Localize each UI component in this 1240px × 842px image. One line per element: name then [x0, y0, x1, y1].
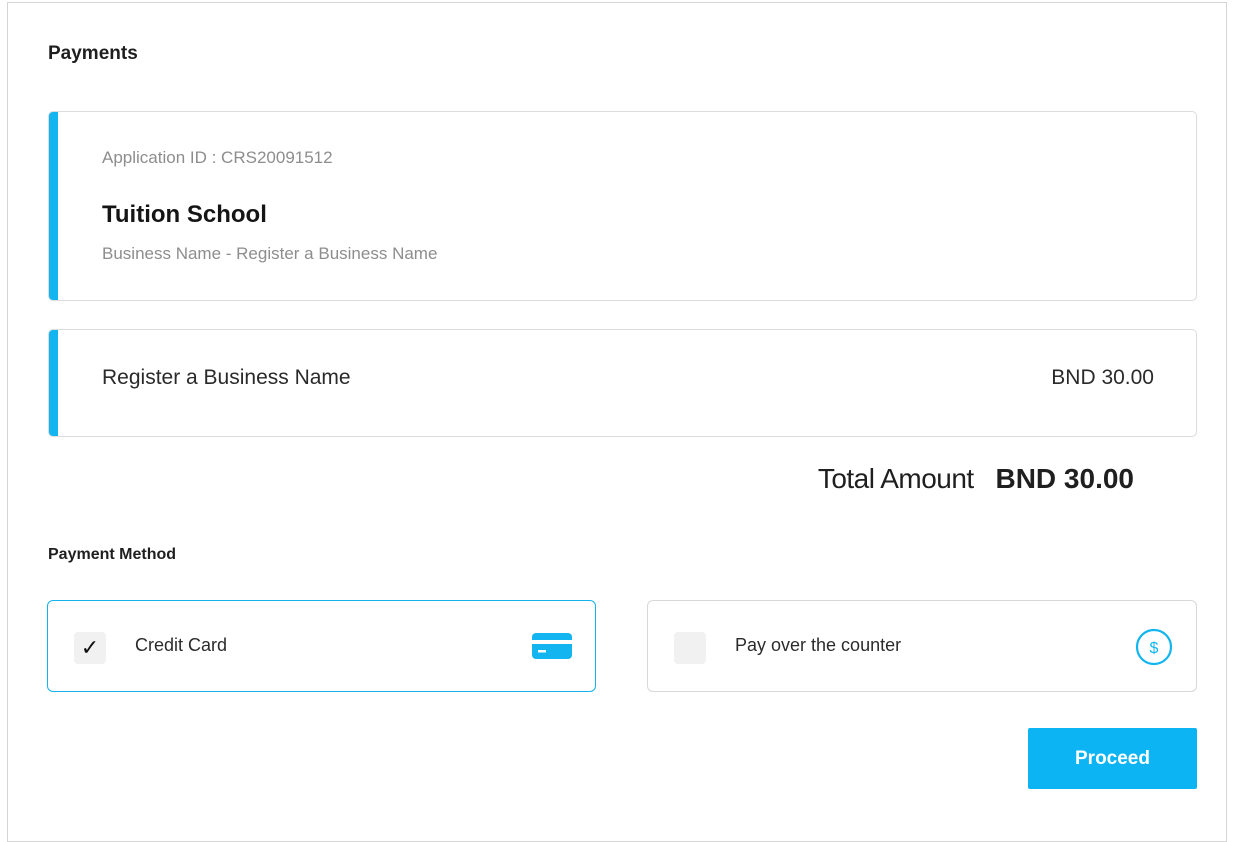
fee-label: Register a Business Name [102, 366, 351, 389]
proceed-button[interactable]: Proceed [1028, 728, 1197, 789]
counter-checkbox[interactable] [674, 632, 706, 664]
total-label: Total Amount [817, 463, 974, 494]
fee-card: Register a Business Name BND 30.00 [48, 329, 1197, 437]
payment-option-credit-card[interactable]: ✓ Credit Card [47, 600, 596, 692]
card-accent-bar [49, 112, 58, 300]
total-value: BND 30.00 [995, 463, 1134, 494]
credit-card-checkbox[interactable]: ✓ [74, 632, 106, 664]
dollar-coin-icon: $ [1134, 627, 1174, 672]
application-id: Application ID : CRS20091512 [102, 148, 333, 167]
credit-card-icon [531, 627, 573, 670]
application-type: Business Name - Register a Business Name [102, 244, 438, 263]
fee-amount: BND 30.00 [1051, 366, 1154, 389]
svg-text:$: $ [1150, 640, 1159, 657]
payments-panel: Payments Application ID : CRS20091512 Tu… [7, 2, 1227, 842]
application-card: Application ID : CRS20091512 Tuition Sch… [48, 111, 1197, 301]
total-amount: Total Amount BND 30.00 [818, 463, 1134, 495]
application-name: Tuition School [102, 201, 267, 228]
counter-label: Pay over the counter [735, 635, 902, 655]
card-accent-bar [49, 330, 58, 436]
payment-option-counter[interactable]: Pay over the counter $ [647, 600, 1197, 692]
credit-card-label: Credit Card [135, 635, 228, 655]
payment-method-title: Payment Method [48, 546, 177, 563]
page-title: Payments [48, 43, 138, 64]
